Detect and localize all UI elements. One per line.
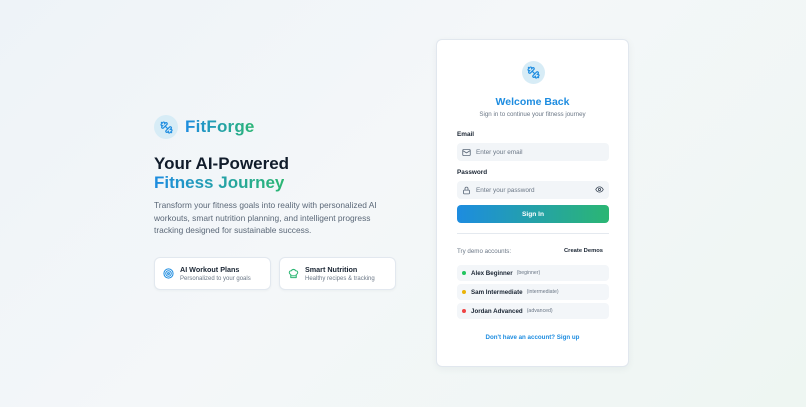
feature-card-ai-workout: AI Workout Plans Personalized to your go…	[154, 257, 271, 290]
demo-account-name: Jordan Advanced	[471, 307, 523, 315]
status-dot	[462, 309, 466, 313]
demo-account-level: (advanced)	[526, 308, 553, 314]
dumbbell-icon	[522, 61, 545, 84]
hero-description: Transform your fitness goals into realit…	[154, 200, 377, 236]
feature-title: AI Workout Plans	[180, 265, 240, 274]
feature-subtitle: Healthy recipes & tracking	[305, 276, 375, 282]
hero-title: Your AI-Powered Fitness Journey	[154, 154, 289, 192]
lock-icon	[462, 186, 471, 195]
dumbbell-icon	[154, 115, 178, 139]
login-card: Welcome Back Sign in to continue your fi…	[436, 39, 629, 367]
feature-subtitle: Personalized to your goals	[180, 276, 251, 282]
status-dot	[462, 290, 466, 294]
login-title: Welcome Back	[495, 96, 570, 108]
divider	[457, 233, 609, 234]
chef-hat-icon	[287, 268, 299, 280]
sign-in-button[interactable]: Sign In	[457, 205, 609, 223]
email-field-wrapper	[457, 143, 609, 161]
password-label: Password	[457, 169, 488, 176]
brand: FitForge	[154, 115, 255, 139]
demo-account-name: Alex Beginner	[471, 269, 513, 277]
target-icon	[162, 268, 174, 280]
demo-account-level: (intermediate)	[526, 289, 559, 295]
eye-icon[interactable]	[595, 185, 604, 194]
mail-icon	[462, 148, 471, 157]
brand-name: FitForge	[185, 117, 255, 136]
email-input[interactable]	[476, 148, 591, 156]
feature-title: Smart Nutrition	[305, 265, 358, 274]
demo-account-intermediate[interactable]: Sam Intermediate (intermediate)	[457, 284, 609, 300]
sign-up-link[interactable]: Don't have an account? Sign up	[437, 334, 628, 341]
login-subtitle: Sign in to continue your fitness journey	[479, 111, 586, 118]
demo-account-name: Sam Intermediate	[471, 288, 523, 296]
demo-account-beginner[interactable]: Alex Beginner (beginner)	[457, 265, 609, 281]
create-demos-button[interactable]: Create Demos	[564, 248, 603, 254]
demo-account-advanced[interactable]: Jordan Advanced (advanced)	[457, 303, 609, 319]
feature-card-smart-nutrition: Smart Nutrition Healthy recipes & tracki…	[279, 257, 396, 290]
email-label: Email	[457, 131, 475, 138]
password-field-wrapper	[457, 181, 609, 199]
status-dot	[462, 271, 466, 275]
demo-accounts-label: Try demo accounts:	[457, 248, 512, 255]
password-input[interactable]	[476, 186, 591, 194]
hero-title-line2: Fitness Journey	[154, 173, 285, 192]
hero-title-line1: Your AI-Powered	[154, 154, 290, 173]
demo-account-level: (beginner)	[516, 270, 541, 276]
